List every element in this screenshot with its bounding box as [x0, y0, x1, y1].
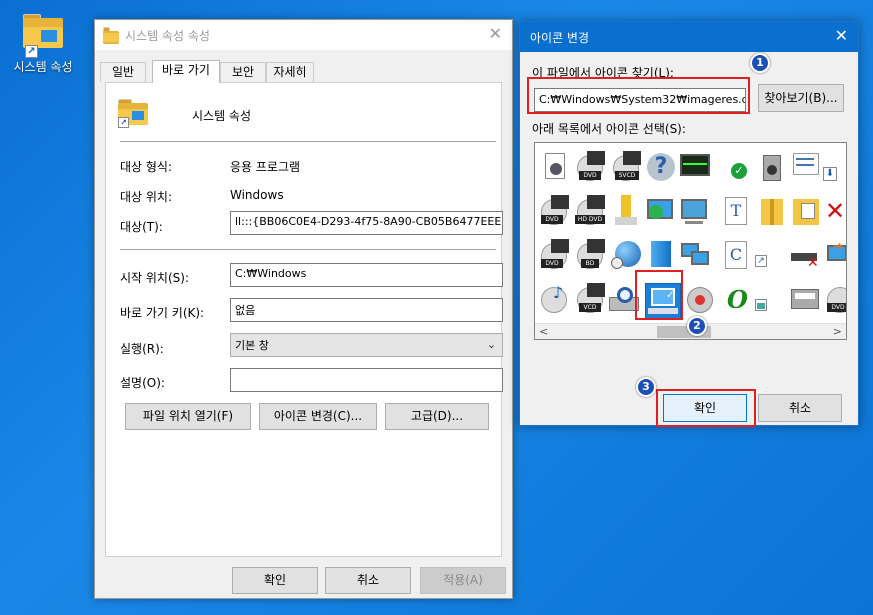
download-arrow-icon[interactable]: ⬇	[823, 151, 846, 183]
target-type-value: 응용 프로그램	[230, 160, 301, 174]
tab-details[interactable]: 자세히	[266, 62, 314, 82]
comment-field[interactable]	[230, 368, 503, 392]
performance-monitor-icon[interactable]	[679, 151, 711, 183]
divider	[120, 141, 496, 142]
open-file-location-button[interactable]: 파일 위치 열기(F)	[125, 403, 251, 430]
comment-label: 설명(O):	[120, 376, 165, 390]
vcd-disc-icon[interactable]: VCD	[575, 283, 607, 315]
select-icon-label: 아래 목록에서 아이콘 선택(S):	[532, 122, 686, 136]
remove-device-icon[interactable]: ✕	[791, 239, 823, 271]
folder-shortcut-icon: ↗	[19, 10, 67, 58]
change-icon-button[interactable]: 아이콘 변경(C)...	[259, 403, 377, 430]
dvd-disc-2-icon[interactable]: DVD	[539, 239, 571, 271]
desktop-icon-label: 시스템 속성	[13, 60, 73, 74]
svcd-film-icon[interactable]: SVCD	[611, 151, 643, 183]
dialog-cancel-button[interactable]: 취소	[758, 394, 842, 422]
target-label: 대상(T):	[120, 220, 163, 234]
tab-security[interactable]: 보안	[220, 62, 266, 82]
hd-dvd-icon[interactable]: HD DVD	[575, 195, 607, 227]
target-type-label: 대상 형식:	[120, 160, 173, 174]
dvd-disc-3-icon[interactable]: DVD	[825, 283, 846, 315]
scroll-left-icon[interactable]: <	[539, 324, 548, 339]
dvd-disc-icon[interactable]: DVD	[539, 195, 571, 227]
dialog-title: 아이콘 변경	[530, 31, 590, 45]
music-disc-icon[interactable]: ♪	[539, 283, 571, 315]
settings-page-icon[interactable]	[541, 151, 573, 183]
chevron-down-icon: ⌄	[486, 338, 496, 351]
checklist-icon[interactable]	[791, 151, 823, 183]
bd-disc-icon[interactable]: BD	[575, 239, 607, 271]
title-bar: 시스템 속성 속성 ✕	[95, 20, 512, 50]
tab-general[interactable]: 일반	[100, 62, 146, 82]
code-file-icon[interactable]: C	[721, 239, 753, 271]
shortcut-key-label: 바로 가기 키(K):	[120, 306, 205, 320]
window-title: 시스템 속성 속성	[125, 29, 210, 43]
network-share-icon[interactable]: ➜	[825, 239, 846, 271]
open-office-icon[interactable]: O	[721, 283, 753, 315]
target-field[interactable]: ll:::{BB06C0E4-D293-4f75-8A90-CB05B6477E…	[230, 211, 503, 235]
close-icon[interactable]: ✕	[835, 26, 848, 45]
red-x-icon[interactable]: ✕	[825, 195, 846, 227]
step-badge-2: 2	[687, 316, 707, 336]
folder-icon	[103, 27, 119, 44]
ok-highlight-box	[656, 389, 756, 427]
monitor-edit-icon[interactable]	[679, 195, 711, 227]
shortcut-key-field[interactable]: 없음	[230, 298, 503, 322]
path-highlight-box	[527, 77, 750, 114]
shortcut-name: 시스템 속성	[192, 109, 252, 123]
run-select-value: 기본 창	[235, 339, 269, 352]
run-label: 실행(R):	[120, 342, 164, 356]
properties-window: 시스템 속성 속성 ✕ 일반 바로 가기 보안 자세히 ↗ 시스템 속성 대상 …	[94, 19, 513, 599]
apply-button[interactable]: 적용(A)	[420, 567, 506, 594]
step-badge-3: 3	[636, 377, 656, 397]
dvd-film-icon[interactable]: DVD	[575, 151, 607, 183]
task-folder-icon[interactable]	[791, 195, 823, 227]
help-question-icon[interactable]: ?	[645, 151, 677, 183]
globe-clock-icon[interactable]	[611, 239, 643, 271]
network-sync-icon[interactable]	[645, 195, 677, 227]
advanced-button[interactable]: 고급(D)...	[385, 403, 489, 430]
run-select[interactable]: 기본 창 ⌄	[230, 333, 503, 357]
scroll-right-icon[interactable]: >	[833, 324, 842, 339]
disc-player-icon[interactable]	[685, 283, 717, 315]
ok-button[interactable]: 확인	[232, 567, 318, 594]
photo-file-icon[interactable]	[753, 283, 785, 315]
start-in-label: 시작 위치(S):	[120, 271, 189, 285]
shortcut-panel: ↗ 시스템 속성 대상 형식: 응용 프로그램 대상 위치: Windows 대…	[105, 82, 503, 557]
audio-device-icon[interactable]	[757, 151, 789, 183]
blue-cube-icon[interactable]	[645, 239, 677, 271]
shortcut-overlay-icon: ↗	[118, 117, 129, 128]
icon-list[interactable]: DVD SVCD ? ✓ ⬇ DVD HD DVD T ✕ DVD BD C ↗…	[534, 142, 847, 340]
tab-shortcut[interactable]: 바로 가기	[152, 60, 220, 83]
usb-drive-icon[interactable]	[611, 195, 643, 227]
desktop-icon-system-properties[interactable]: ↗ 시스템 속성	[8, 10, 78, 75]
start-in-field[interactable]: C:₩Windows	[230, 263, 503, 287]
browse-button[interactable]: 찾아보기(B)...	[758, 84, 844, 112]
close-icon[interactable]: ✕	[489, 24, 502, 43]
text-document-icon[interactable]: T	[721, 195, 753, 227]
selected-icon-highlight-box	[635, 270, 683, 320]
divider	[120, 249, 496, 250]
cancel-button[interactable]: 취소	[325, 567, 411, 594]
scanner-icon[interactable]	[791, 283, 823, 315]
folder-zip-icon[interactable]	[757, 195, 789, 227]
target-location-label: 대상 위치:	[120, 190, 173, 204]
green-check-icon[interactable]: ✓	[725, 151, 757, 183]
shortcut-arrow-icon[interactable]: ↗	[753, 239, 785, 271]
step-badge-1: 1	[750, 53, 770, 73]
target-location-value: Windows	[230, 188, 284, 202]
network-computers-icon[interactable]	[679, 239, 711, 271]
dialog-title-bar: 아이콘 변경 ✕	[520, 22, 858, 52]
